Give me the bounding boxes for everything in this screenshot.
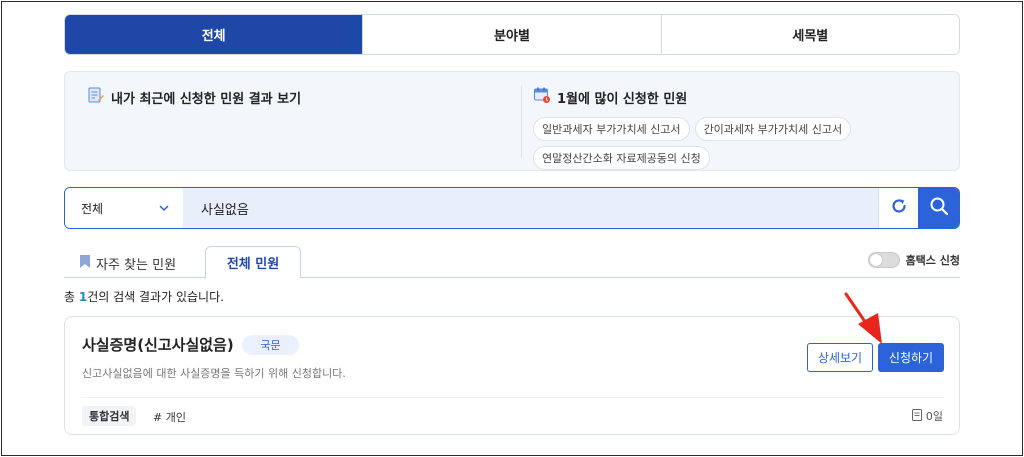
info-panel: 내가 최근에 신청한 민원 결과 보기 1월에 많이 신청한 민원 일반과세자 … <box>64 71 960 171</box>
document-pencil-icon <box>87 86 105 108</box>
popular-applications: 1월에 많이 신청한 민원 일반과세자 부가가치세 신고서 간이과세자 부가가치… <box>533 86 933 170</box>
result-title[interactable]: 사실증명(신고사실없음) <box>82 334 234 355</box>
language-badge: 국문 <box>242 335 299 355</box>
popular-chip[interactable]: 간이과세자 부가가치세 신고서 <box>694 117 852 141</box>
search-category-value: 전체 <box>81 201 104 216</box>
tab-by-tax-item[interactable]: 세목별 <box>660 15 959 54</box>
hashtag: # 개인 <box>153 411 186 424</box>
toggle-switch[interactable] <box>867 252 900 268</box>
tab-favorite-complaints[interactable]: 자주 찾는 민원 <box>80 254 176 273</box>
annotation-arrow-icon <box>844 292 882 344</box>
search-bar: 전체 사실없음 <box>64 187 960 229</box>
popular-chip-list: 일반과세자 부가가치세 신고서 간이과세자 부가가치세 신고서 연말정산간소화 … <box>533 117 933 170</box>
recent-applications-link[interactable]: 내가 최근에 신청한 민원 결과 보기 <box>87 86 301 108</box>
complaint-tabs: 자주 찾는 민원 전체 민원 홈택스 신청 <box>64 246 960 279</box>
result-card: 사실증명(신고사실없음) 국문 신고사실없음에 대한 사실증명을 득하기 위해 … <box>64 316 960 435</box>
info-divider <box>521 86 522 158</box>
tab-favorite-label: 자주 찾는 민원 <box>96 258 177 273</box>
popular-applications-title: 1월에 많이 신청한 민원 <box>557 91 688 107</box>
recent-applications-title: 내가 최근에 신청한 민원 결과 보기 <box>111 91 302 107</box>
tab-all[interactable]: 전체 <box>65 15 363 54</box>
search-input[interactable]: 사실없음 <box>183 188 878 228</box>
processing-days: 0일 <box>911 408 943 424</box>
chevron-down-icon <box>159 201 169 215</box>
popular-chip[interactable]: 연말정산간소화 자료제공동의 신청 <box>533 146 710 170</box>
calendar-icon <box>533 86 551 108</box>
search-query-text: 사실없음 <box>201 202 249 218</box>
search-category-select[interactable]: 전체 <box>65 188 183 228</box>
result-count-suffix: 건의 검색 결과가 있습니다. <box>87 290 224 304</box>
search-type-tag: 통합검색 <box>82 406 137 426</box>
result-count-number: 1 <box>78 290 88 304</box>
refresh-icon <box>890 197 908 219</box>
bookmark-icon <box>80 255 90 272</box>
card-divider <box>82 397 944 398</box>
result-description: 신고사실없음에 대한 사실증명을 득하기 위해 신청합니다. <box>82 367 346 380</box>
toggle-knob <box>869 254 882 266</box>
hometax-toggle-label: 홈택스 신청 <box>905 254 960 267</box>
refresh-button[interactable] <box>878 188 918 228</box>
search-button[interactable] <box>918 188 959 228</box>
processing-days-value: 0일 <box>925 410 943 423</box>
tab-all-complaints[interactable]: 전체 민원 <box>205 246 301 279</box>
search-icon <box>929 196 949 220</box>
document-icon <box>911 408 922 424</box>
popular-chip[interactable]: 일반과세자 부가가치세 신고서 <box>533 117 690 141</box>
result-count-prefix: 총 <box>64 290 79 304</box>
result-count: 총 1건의 검색 결과가 있습니다. <box>64 288 224 305</box>
tab-by-field[interactable]: 분야별 <box>362 15 661 54</box>
category-tabs: 전체 분야별 세목별 <box>64 14 960 55</box>
hometax-toggle[interactable]: 홈택스 신청 <box>867 252 960 268</box>
tab-all-label: 전체 민원 <box>226 257 280 272</box>
